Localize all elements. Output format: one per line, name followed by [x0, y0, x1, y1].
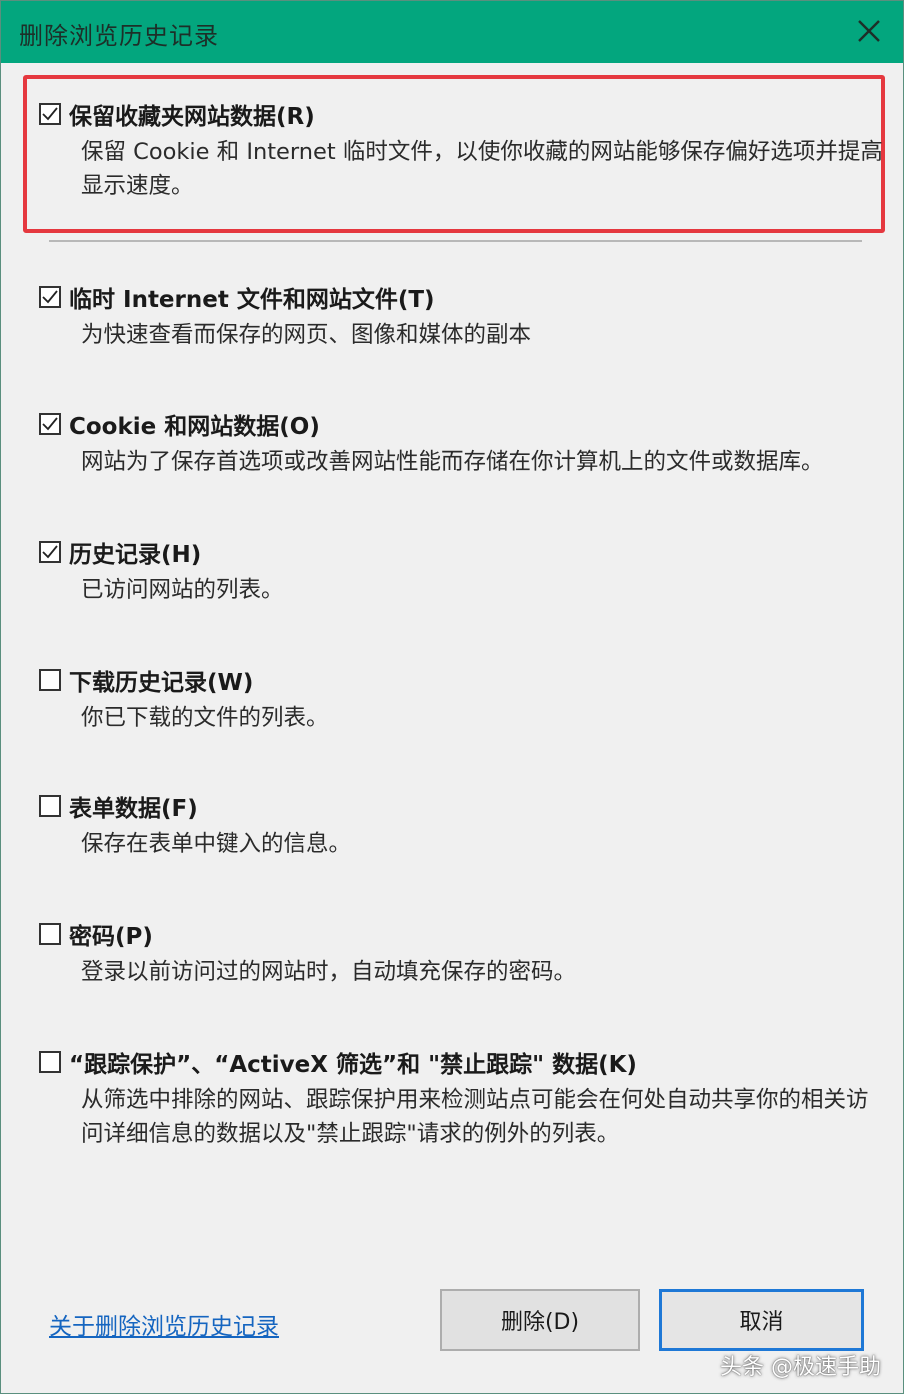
option-label: 历史记录(H): [69, 542, 202, 568]
option-label: 表单数据(F): [69, 796, 198, 822]
checkbox-passwords[interactable]: [39, 923, 61, 945]
option-label: 保留收藏夹网站数据(R): [69, 104, 315, 130]
option-preserve-favorites: 保留收藏夹网站数据(R) 保留 Cookie 和 Internet 临时文件，以…: [39, 99, 889, 203]
option-description: 为快速查看而保存的网页、图像和媒体的副本: [81, 322, 532, 348]
checkbox-history[interactable]: [39, 541, 61, 563]
option-tracking-protection: “跟踪保护”、“ActiveX 筛选”和 "禁止跟踪" 数据(K) 从筛选中排除…: [39, 1047, 889, 1151]
option-description: 保存在表单中键入的信息。: [81, 831, 352, 857]
checkbox-form-data[interactable]: [39, 795, 61, 817]
delete-button[interactable]: 删除(D): [440, 1289, 640, 1351]
checkbox-download-history[interactable]: [39, 669, 61, 691]
checkbox-preserve-favorites[interactable]: [39, 103, 61, 125]
checkmark-icon: [42, 417, 58, 431]
option-label: Cookie 和网站数据(O): [69, 414, 320, 440]
option-description: 保留 Cookie 和 Internet 临时文件，以使你收藏的网站能够保存偏好…: [81, 139, 883, 199]
option-description: 你已下载的文件的列表。: [81, 705, 329, 731]
delete-history-dialog: 删除浏览历史记录 保留收藏夹网站数据(R) 保留 Cookie 和 Intern…: [0, 0, 904, 1394]
close-button[interactable]: [849, 11, 889, 51]
close-icon: [858, 20, 880, 42]
option-label: 密码(P): [69, 924, 153, 950]
checkbox-cookies[interactable]: [39, 413, 61, 435]
option-history: 历史记录(H) 已访问网站的列表。: [39, 537, 889, 607]
checkmark-icon: [42, 545, 58, 559]
window-title: 删除浏览历史记录: [19, 22, 219, 50]
option-label: “跟踪保护”、“ActiveX 筛选”和 "禁止跟踪" 数据(K): [69, 1052, 637, 1078]
option-description: 从筛选中排除的网站、跟踪保护用来检测站点可能会在何处自动共享你的相关访问详细信息…: [81, 1087, 869, 1147]
option-label: 临时 Internet 文件和网站文件(T): [69, 287, 435, 313]
option-description: 网站为了保存首选项或改善网站性能而存储在你计算机上的文件或数据库。: [81, 449, 824, 475]
option-cookies: Cookie 和网站数据(O) 网站为了保存首选项或改善网站性能而存储在你计算机…: [39, 409, 889, 479]
watermark: 头条 @极速手助: [720, 1355, 881, 1380]
option-label: 下载历史记录(W): [69, 670, 254, 696]
option-form-data: 表单数据(F) 保存在表单中键入的信息。: [39, 791, 889, 861]
about-delete-history-link[interactable]: 关于删除浏览历史记录: [49, 1307, 279, 1341]
checkbox-tracking-protection[interactable]: [39, 1051, 61, 1073]
option-description: 已访问网站的列表。: [81, 577, 284, 603]
cancel-button[interactable]: 取消: [659, 1289, 864, 1351]
checkmark-icon: [42, 107, 58, 121]
title-bar: 删除浏览历史记录: [1, 1, 903, 63]
option-passwords: 密码(P) 登录以前访问过的网站时，自动填充保存的密码。: [39, 919, 889, 989]
option-download-history: 下载历史记录(W) 你已下载的文件的列表。: [39, 665, 889, 735]
divider: [49, 240, 862, 242]
checkmark-icon: [42, 290, 58, 304]
checkbox-temp-files[interactable]: [39, 286, 61, 308]
option-temp-files: 临时 Internet 文件和网站文件(T) 为快速查看而保存的网页、图像和媒体…: [39, 282, 889, 352]
option-description: 登录以前访问过的网站时，自动填充保存的密码。: [81, 959, 577, 985]
